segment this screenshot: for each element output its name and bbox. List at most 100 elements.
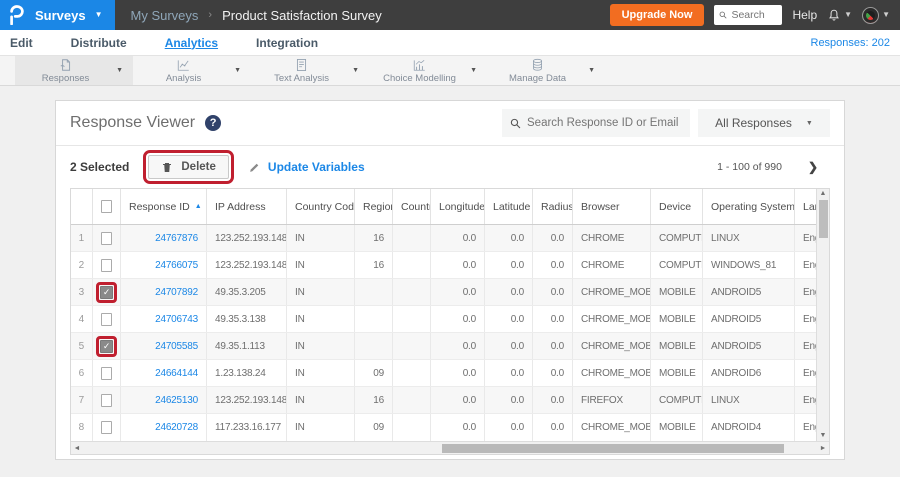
notifications-menu[interactable]: ▼ [827, 8, 852, 23]
vertical-scroll-thumb[interactable] [818, 200, 828, 238]
pagination-next-button[interactable]: ❯ [808, 160, 818, 174]
row-checkbox[interactable] [101, 231, 112, 245]
cell-device: MOBILE [651, 333, 703, 359]
cell-ip-address: 123.252.193.148 [207, 225, 287, 251]
response-id-link[interactable]: 24767876 [121, 225, 207, 251]
header-response-id[interactable]: Response ID ▲ [121, 189, 207, 224]
horizontal-scrollbar[interactable]: ◄ ► [71, 441, 829, 454]
toolbar-label-analysis: Analysis [165, 72, 202, 84]
row-checkbox-cell[interactable] [93, 360, 121, 386]
vertical-scrollbar[interactable]: ▲ ▼ [816, 189, 829, 441]
row-checkbox-checked[interactable]: ✓ [100, 285, 113, 299]
row-checkbox[interactable] [101, 393, 112, 407]
tab-integration[interactable]: Integration [256, 36, 318, 50]
row-checkbox-cell[interactable] [93, 387, 121, 413]
row-checkbox-checked[interactable]: ✓ [100, 339, 113, 353]
cell-language: English [803, 259, 818, 271]
scroll-up-icon[interactable]: ▲ [820, 189, 827, 199]
sort-ascending-icon: ▲ [194, 203, 202, 210]
header-operating-system[interactable]: Operating System [703, 189, 795, 224]
product-logo-menu[interactable]: Surveys ▼ [0, 0, 115, 30]
global-search-input[interactable] [731, 9, 778, 21]
response-id-link[interactable]: 24625130 [121, 387, 207, 413]
header-region[interactable]: Region [355, 189, 393, 224]
header-latitude[interactable]: Latitude [485, 189, 533, 224]
toolbar-item-manage-data[interactable]: Manage Data ▼ [487, 56, 605, 85]
cell-latitude: 0.0 [485, 252, 533, 278]
response-search[interactable] [502, 109, 690, 137]
response-id-link[interactable]: 24706743 [121, 306, 207, 332]
row-checkbox[interactable] [101, 258, 112, 272]
select-all-checkbox[interactable] [101, 200, 112, 213]
response-id-link[interactable]: 24620728 [121, 414, 207, 441]
cell-ip-address: 49.35.1.113 [207, 333, 287, 359]
toolbar-item-text-analysis[interactable]: Text Analysis ▼ [251, 56, 369, 85]
tab-analytics[interactable]: Analytics [165, 36, 218, 50]
toolbar-item-responses[interactable]: Responses ▼ [15, 56, 133, 85]
header-ip-address[interactable]: IP Address [207, 189, 287, 224]
row-checkbox-cell[interactable]: ✓ [93, 279, 121, 305]
cell-country [393, 387, 431, 413]
response-id-link[interactable]: 24707892 [121, 279, 207, 305]
text-analysis-icon [297, 58, 307, 71]
chevron-down-icon[interactable]: ▼ [352, 67, 369, 74]
account-menu[interactable]: ▼ [862, 6, 890, 24]
scroll-left-icon[interactable]: ◄ [71, 445, 83, 452]
header-country-code[interactable]: Country Code [287, 189, 355, 224]
cell-browser: CHROME_MOBILE [573, 306, 651, 332]
global-search[interactable] [714, 5, 783, 25]
chevron-down-icon[interactable]: ▼ [116, 67, 133, 74]
cell-country [393, 360, 431, 386]
row-checkbox-cell[interactable] [93, 414, 121, 441]
cell-region: 16 [355, 225, 393, 251]
cell-browser: CHROME_MOBILE [573, 333, 651, 359]
cell-device: MOBILE [651, 279, 703, 305]
breadcrumb-my-surveys[interactable]: My Surveys [131, 8, 199, 23]
row-checkbox-cell[interactable] [93, 252, 121, 278]
delete-button[interactable]: Delete [148, 155, 229, 179]
scroll-right-icon[interactable]: ► [817, 445, 829, 452]
cell-os: ANDROID6 [703, 360, 795, 386]
help-icon[interactable]: ? [205, 115, 222, 131]
header-device[interactable]: Device [651, 189, 703, 224]
row-checkbox[interactable] [101, 421, 112, 434]
toolbar-item-choice-modelling[interactable]: Choice Modelling ▼ [369, 56, 487, 85]
row-checkbox[interactable] [101, 312, 112, 326]
response-id-link[interactable]: 24766075 [121, 252, 207, 278]
help-link[interactable]: Help [792, 8, 817, 22]
scroll-down-icon[interactable]: ▼ [820, 431, 827, 441]
row-checkbox-cell[interactable] [93, 225, 121, 251]
row-checkbox-cell[interactable]: ✓ [93, 333, 121, 359]
response-id-link[interactable]: 24664144 [121, 360, 207, 386]
horizontal-scroll-thumb[interactable] [442, 444, 784, 453]
header-radius[interactable]: Radius [533, 189, 573, 224]
row-checkbox[interactable] [101, 366, 112, 380]
cell-country [393, 306, 431, 332]
chevron-down-icon[interactable]: ▼ [588, 67, 605, 74]
cell-os: ANDROID5 [703, 306, 795, 332]
header-select-all[interactable] [93, 189, 121, 224]
cell-longitude: 0.0 [431, 279, 485, 305]
tab-edit[interactable]: Edit [10, 36, 33, 50]
product-menu-label[interactable]: Surveys [35, 8, 86, 23]
update-variables-button[interactable]: Update Variables [248, 160, 365, 174]
responses-icon [60, 58, 71, 71]
table-row: 5 ✓ 24705585 49.35.1.113 IN 0.0 0.0 0.0 CHROME_M… [71, 333, 818, 360]
table-row: 8 24620728 117.233.16.177 IN 09 0.0 0.0 0.0 CHRO… [71, 414, 818, 441]
response-search-input[interactable] [527, 117, 682, 129]
toolbar-item-analysis[interactable]: Analysis ▼ [133, 56, 251, 85]
chevron-down-icon[interactable]: ▼ [470, 67, 487, 74]
tab-distribute[interactable]: Distribute [71, 36, 127, 50]
row-checkbox-cell[interactable] [93, 306, 121, 332]
cell-radius: 0.0 [533, 387, 573, 413]
cell-os: ANDROID5 [703, 279, 795, 305]
upgrade-now-button[interactable]: Upgrade Now [609, 4, 705, 26]
header-language[interactable]: Language [795, 189, 818, 224]
response-filter-dropdown[interactable]: All Responses ▼ [698, 109, 830, 137]
response-id-link[interactable]: 24705585 [121, 333, 207, 359]
chevron-down-icon[interactable]: ▼ [234, 67, 251, 74]
header-country[interactable]: Country [393, 189, 431, 224]
header-longitude[interactable]: Longitude [431, 189, 485, 224]
responses-count-link[interactable]: Responses: 202 [811, 37, 891, 49]
header-browser[interactable]: Browser [573, 189, 651, 224]
